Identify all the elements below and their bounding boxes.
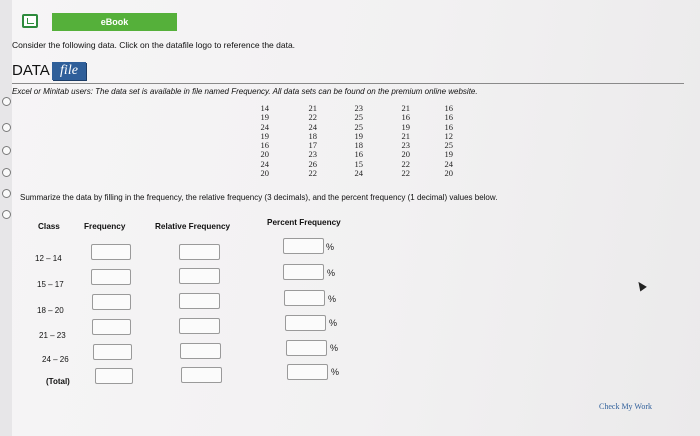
column-header-percent-frequency: Percent Frequency: [267, 218, 341, 227]
percent-sign: %: [331, 367, 340, 377]
percent-frequency-input[interactable]: [283, 238, 324, 254]
relative-frequency-input[interactable]: [179, 268, 220, 284]
ebook-button[interactable]: eBook: [52, 13, 177, 31]
class-label: 12 – 14: [35, 254, 62, 263]
radio-button[interactable]: [2, 97, 11, 106]
summarize-prompt: Summarize the data by filling in the fre…: [20, 193, 498, 202]
frequency-input[interactable]: [92, 319, 131, 335]
percent-sign: %: [327, 268, 336, 278]
data-value: 20: [444, 168, 454, 179]
class-label: 21 – 23: [39, 331, 66, 340]
column-header-class: Class: [38, 222, 60, 231]
data-value: 22: [308, 168, 318, 179]
data-value: 24: [354, 168, 364, 179]
radio-button[interactable]: [2, 210, 11, 219]
percent-frequency-input[interactable]: [284, 290, 325, 306]
page: eBook Consider the following data. Click…: [0, 0, 700, 436]
datafile-label: DATA: [12, 62, 50, 79]
radio-button[interactable]: [2, 123, 11, 132]
class-label: 24 – 26: [42, 355, 69, 364]
data-column: 16 16 16 12 25 19 24 20: [433, 103, 454, 179]
percent-sign: %: [326, 242, 335, 252]
relative-frequency-input[interactable]: [180, 343, 221, 359]
radio-button[interactable]: [2, 146, 11, 155]
relative-frequency-input[interactable]: [179, 244, 220, 260]
total-label: (Total): [46, 377, 70, 386]
column-header-frequency: Frequency: [84, 222, 126, 231]
percent-frequency-total-input[interactable]: [287, 364, 328, 380]
excel-minitab-note: Excel or Minitab users: The data set is …: [12, 87, 478, 96]
radio-button[interactable]: [2, 168, 11, 177]
relative-frequency-input[interactable]: [179, 318, 220, 334]
percent-sign: %: [330, 343, 339, 353]
divider: [12, 83, 684, 84]
column-header-relative-frequency: Relative Frequency: [155, 222, 231, 231]
frequency-input[interactable]: [91, 244, 131, 260]
check-my-work-link[interactable]: Check My Work: [599, 402, 652, 411]
left-rail: [0, 0, 12, 436]
data-column: 21 22 24 18 17 23 26 22: [297, 103, 318, 179]
percent-sign: %: [328, 294, 337, 304]
frequency-input[interactable]: [91, 269, 131, 285]
class-label: 15 – 17: [37, 280, 64, 289]
data-column: 23 25 25 19 18 16 15 24: [343, 103, 364, 179]
relative-frequency-total-input[interactable]: [181, 367, 222, 383]
percent-frequency-input[interactable]: [285, 315, 326, 331]
percent-sign: %: [329, 318, 338, 328]
file-icon[interactable]: file: [52, 62, 86, 80]
frequency-input[interactable]: [92, 294, 131, 310]
data-value: 22: [401, 168, 411, 179]
data-column: 21 16 19 21 23 20 22 22: [390, 103, 411, 179]
relative-frequency-input[interactable]: [179, 293, 220, 309]
data-column: 14 19 24 19 16 20 24 20: [249, 103, 270, 179]
ebook-toolbar: eBook: [12, 13, 682, 31]
percent-frequency-input[interactable]: [286, 340, 327, 356]
data-value: 20: [260, 168, 270, 179]
frequency-total-input[interactable]: [95, 368, 133, 384]
percent-frequency-input[interactable]: [283, 264, 324, 280]
class-label: 18 – 20: [37, 306, 64, 315]
book-icon[interactable]: [22, 14, 38, 28]
frequency-input[interactable]: [93, 344, 132, 360]
radio-button[interactable]: [2, 189, 11, 198]
instructions-text: Consider the following data. Click on th…: [12, 40, 296, 50]
mouse-cursor-icon: [635, 279, 647, 292]
